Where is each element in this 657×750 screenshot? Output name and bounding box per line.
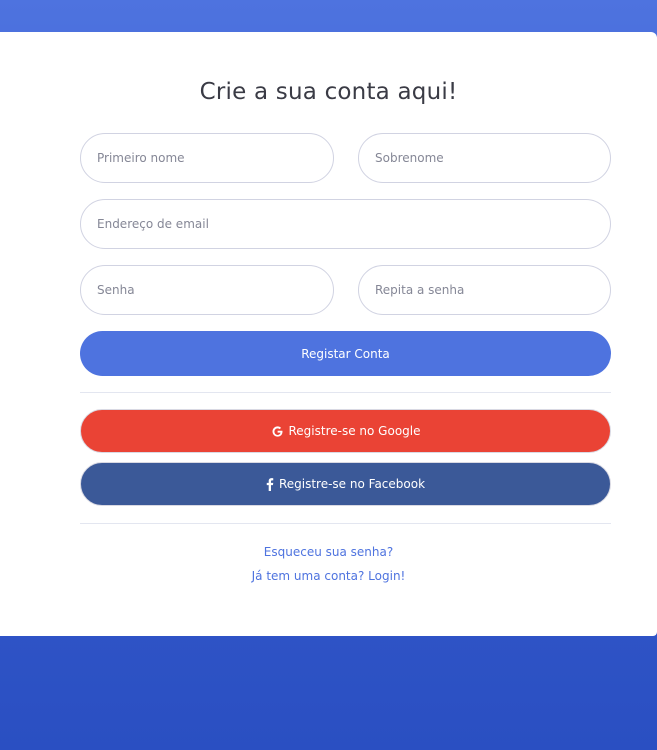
divider	[80, 392, 611, 393]
password-input[interactable]	[80, 265, 334, 315]
google-register-button[interactable]: Registre-se no Google	[80, 409, 611, 453]
email-input[interactable]	[80, 199, 611, 249]
facebook-register-button[interactable]: Registre-se no Facebook	[80, 462, 611, 506]
facebook-register-label: Registre-se no Facebook	[278, 477, 426, 491]
divider	[80, 523, 611, 524]
forgot-password-link[interactable]: Esqueceu sua senha?	[0, 545, 657, 559]
first-name-input[interactable]	[80, 133, 334, 183]
google-register-label: Registre-se no Google	[288, 424, 421, 438]
google-icon	[271, 425, 284, 438]
facebook-icon	[266, 477, 274, 491]
register-card: Crie a sua conta aqui! Registar Conta Re…	[0, 32, 657, 636]
repeat-password-input[interactable]	[358, 265, 611, 315]
register-account-label: Registar Conta	[301, 346, 390, 361]
page-title: Crie a sua conta aqui!	[199, 79, 458, 105]
last-name-input[interactable]	[358, 133, 611, 183]
register-account-button[interactable]: Registar Conta	[80, 331, 611, 376]
login-link[interactable]: Já tem uma conta? Login!	[0, 569, 657, 583]
